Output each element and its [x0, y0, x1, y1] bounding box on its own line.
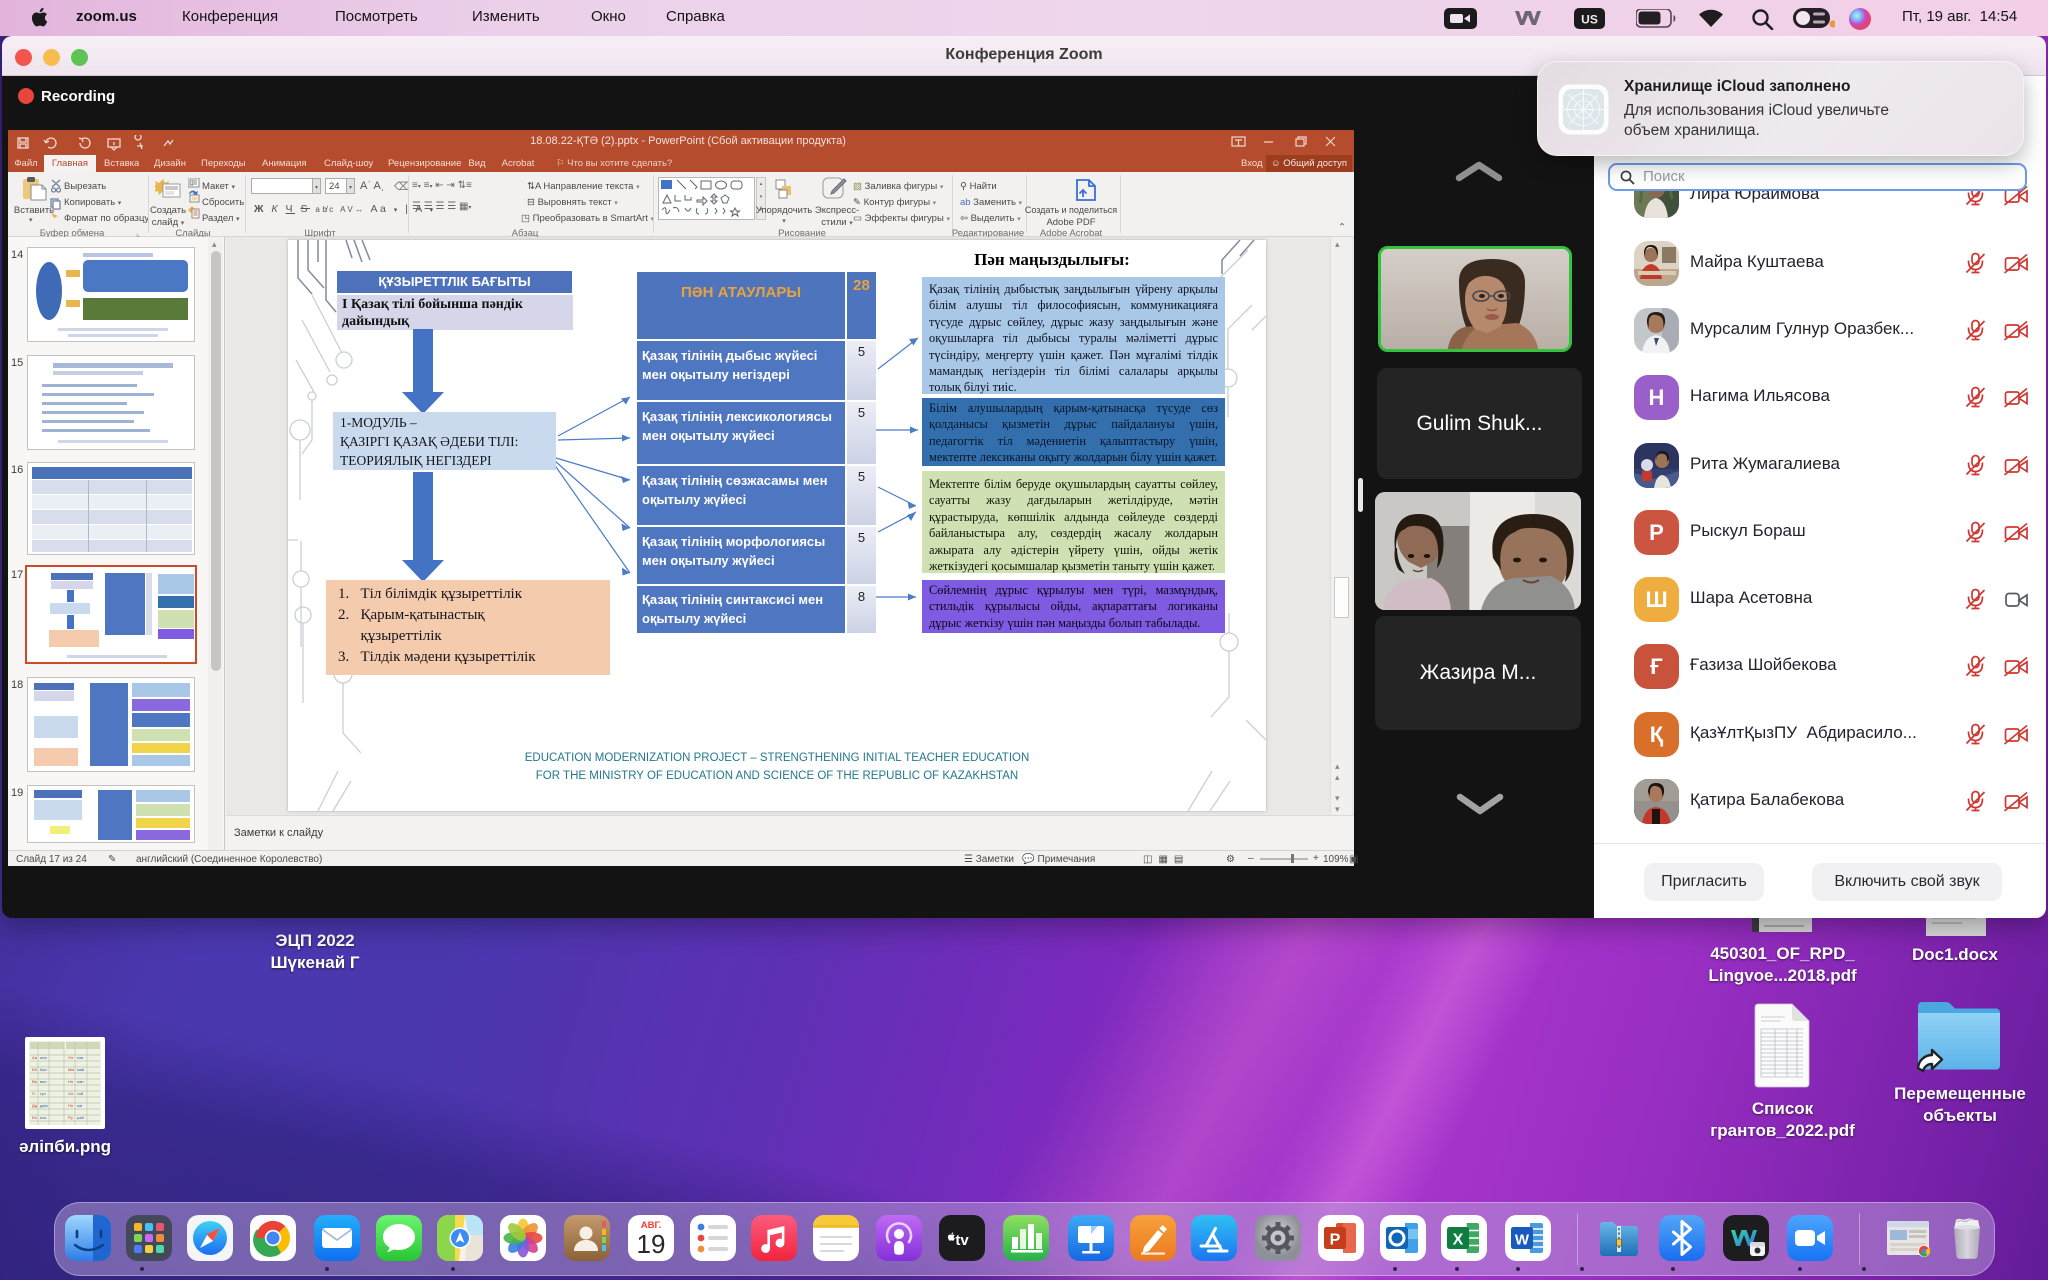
- svg-text:май: май: [77, 1067, 84, 1072]
- svg-text:пai: пai: [77, 1103, 82, 1108]
- svg-text:рай: рай: [77, 1115, 84, 1120]
- svg-text:вал: вал: [40, 1079, 47, 1084]
- svg-text:Ее: Ее: [32, 1115, 38, 1120]
- svg-text:19: 19: [637, 1229, 666, 1259]
- svg-text:Мм: Мм: [68, 1067, 74, 1072]
- svg-text:Бб: Бб: [32, 1067, 38, 1072]
- svg-text:Дд: Дд: [32, 1103, 38, 1108]
- svg-text:той: той: [77, 1091, 83, 1096]
- svg-text:Пп: Пп: [68, 1103, 73, 1108]
- svg-text:бал: бал: [40, 1067, 47, 1072]
- svg-text:Оо: Оо: [68, 1091, 74, 1096]
- svg-text:US: US: [1581, 13, 1598, 27]
- svg-text:нан: нан: [77, 1079, 84, 1084]
- svg-text:Рр: Рр: [68, 1115, 74, 1120]
- svg-text:X: X: [1453, 1232, 1464, 1249]
- svg-text:P: P: [1330, 1232, 1341, 1249]
- svg-text:W: W: [1515, 1232, 1530, 1249]
- svg-text:tv: tv: [955, 1232, 969, 1249]
- svg-text:лак: лак: [77, 1055, 84, 1060]
- svg-text:ана: ана: [40, 1055, 47, 1060]
- svg-text:дala: дala: [40, 1103, 48, 1108]
- svg-text:Гг: Гг: [32, 1091, 36, 1096]
- svg-text:Аа: Аа: [32, 1055, 38, 1060]
- svg-text:ель: ель: [40, 1115, 47, 1120]
- svg-text:Нн: Нн: [68, 1079, 73, 1084]
- svg-text:Лл: Лл: [68, 1055, 74, 1060]
- svg-text:гул: гул: [40, 1091, 46, 1096]
- svg-text:Вв: Вв: [32, 1079, 37, 1084]
